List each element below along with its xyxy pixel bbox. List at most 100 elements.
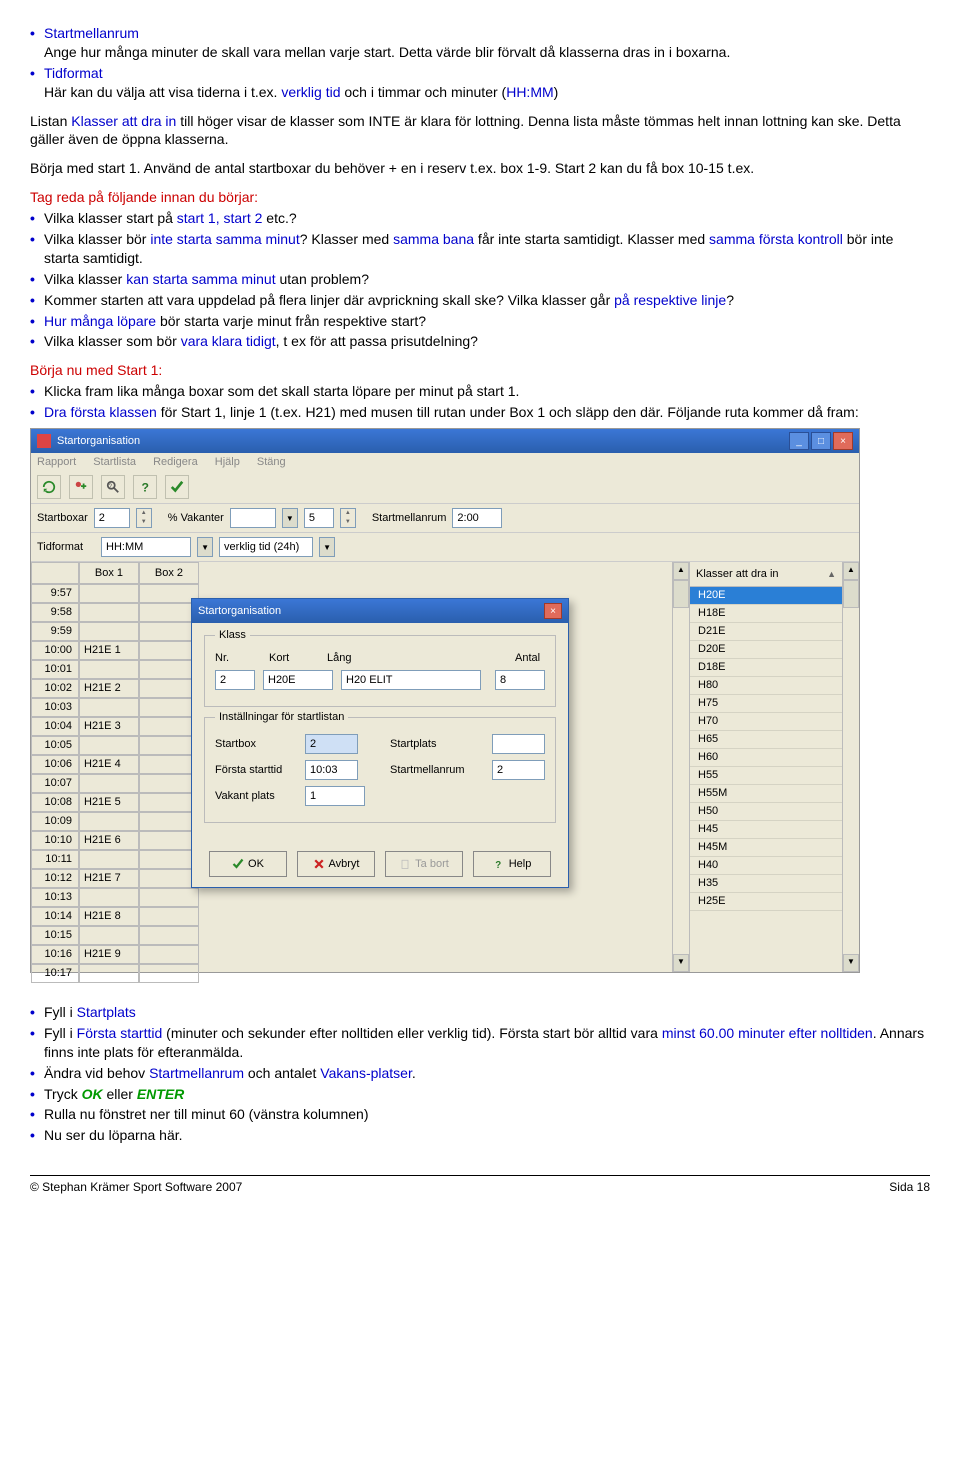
box-cell[interactable] (139, 888, 199, 907)
box-cell[interactable] (139, 660, 199, 679)
dropdown-verklig-btn[interactable]: ▼ (319, 537, 335, 557)
input-startboxar[interactable]: 2 (94, 508, 130, 528)
class-list-item[interactable]: H35 (690, 875, 842, 893)
input-startmellanrum[interactable]: 2:00 (452, 508, 502, 528)
box-cell[interactable] (139, 641, 199, 660)
box-cell[interactable]: H21E 9 (79, 945, 139, 964)
spinner-startboxar[interactable]: ▲▼ (136, 508, 152, 528)
box-cell[interactable]: H21E 6 (79, 831, 139, 850)
box-cell[interactable]: H21E 2 (79, 679, 139, 698)
box-cell[interactable] (79, 888, 139, 907)
input-startmellan[interactable]: 2 (492, 760, 545, 780)
help-button[interactable]: ?Help (473, 851, 551, 877)
box-cell[interactable] (139, 850, 199, 869)
box-cell[interactable]: H21E 8 (79, 907, 139, 926)
box-cell[interactable] (139, 964, 199, 983)
input-vakant[interactable]: 1 (305, 786, 365, 806)
box-cell[interactable] (79, 964, 139, 983)
box-cell[interactable]: H21E 1 (79, 641, 139, 660)
dropdown-verklig[interactable]: verklig tid (24h) (219, 537, 313, 557)
class-list-item[interactable]: H25E (690, 893, 842, 911)
tool-refresh-icon[interactable] (37, 475, 61, 499)
tool-add-icon[interactable] (69, 475, 93, 499)
titlebar[interactable]: Startorganisation _ □ × (31, 429, 859, 453)
menu-stang[interactable]: Stäng (257, 456, 286, 468)
box1-column[interactable]: Box 1 H21E 1H21E 2H21E 3H21E 4H21E 5H21E… (79, 562, 139, 972)
class-list-item[interactable]: H40 (690, 857, 842, 875)
input-startplats[interactable] (492, 734, 545, 754)
box-cell[interactable]: H21E 7 (79, 869, 139, 888)
box-cell[interactable] (79, 812, 139, 831)
class-list-item[interactable]: H60 (690, 749, 842, 767)
class-list-item[interactable]: H75 (690, 695, 842, 713)
box-cell[interactable]: H21E 4 (79, 755, 139, 774)
class-list-item[interactable]: H18E (690, 605, 842, 623)
class-list-item[interactable]: H50 (690, 803, 842, 821)
box-cell[interactable] (139, 736, 199, 755)
class-list-item[interactable]: H70 (690, 713, 842, 731)
spinner-vakanter[interactable]: ▲▼ (340, 508, 356, 528)
dialog-close-button[interactable]: × (544, 603, 562, 619)
input-startbox[interactable]: 2 (305, 734, 358, 754)
class-list-item[interactable]: H20E (690, 587, 842, 605)
box-cell[interactable] (139, 907, 199, 926)
class-list-item[interactable]: D21E (690, 623, 842, 641)
class-list-item[interactable]: H55M (690, 785, 842, 803)
box-cell[interactable] (139, 717, 199, 736)
box-cell[interactable] (79, 736, 139, 755)
tool-check-icon[interactable] (165, 475, 189, 499)
box-cell[interactable] (79, 660, 139, 679)
box-cell[interactable] (139, 622, 199, 641)
box-cell[interactable] (139, 584, 199, 603)
box-cell[interactable] (79, 698, 139, 717)
box-cell[interactable] (139, 793, 199, 812)
value-vakanter[interactable]: 5 (304, 508, 334, 528)
class-list-item[interactable]: H80 (690, 677, 842, 695)
input-vakanter[interactable] (230, 508, 276, 528)
menu-hjalp[interactable]: Hjälp (215, 456, 240, 468)
class-list-item[interactable]: D20E (690, 641, 842, 659)
box-cell[interactable]: H21E 3 (79, 717, 139, 736)
dropdown-tidformat-btn[interactable]: ▼ (197, 537, 213, 557)
box-cell[interactable] (139, 869, 199, 888)
class-list-item[interactable]: H65 (690, 731, 842, 749)
box-cell[interactable] (79, 603, 139, 622)
class-list-item[interactable]: H55 (690, 767, 842, 785)
cancel-button[interactable]: Avbryt (297, 851, 375, 877)
scrollbar-right[interactable]: ▲ ▼ (842, 562, 859, 972)
minimize-button[interactable]: _ (789, 432, 809, 450)
menu-rapport[interactable]: Rapport (37, 456, 76, 468)
scrollbar-left[interactable]: ▲ ▼ (672, 562, 689, 972)
tool-help-icon[interactable]: ? (133, 475, 157, 499)
sort-icon[interactable]: ▲ (827, 569, 836, 579)
ok-button[interactable]: OK (209, 851, 287, 877)
tool-find-icon[interactable]: ? (101, 475, 125, 499)
menu-redigera[interactable]: Redigera (153, 456, 198, 468)
box-cell[interactable] (139, 679, 199, 698)
maximize-button[interactable]: □ (811, 432, 831, 450)
box-cell[interactable] (139, 926, 199, 945)
class-list-item[interactable]: H45M (690, 839, 842, 857)
class-list-item[interactable]: H45 (690, 821, 842, 839)
close-button[interactable]: × (833, 432, 853, 450)
dropdown-vakanter[interactable]: ▼ (282, 508, 298, 528)
box-cell[interactable] (139, 603, 199, 622)
dialog-titlebar[interactable]: Startorganisation × (192, 599, 568, 623)
box-cell[interactable] (79, 622, 139, 641)
input-forsta[interactable]: 10:03 (305, 760, 358, 780)
classes-list[interactable]: H20EH18ED21ED20ED18EH80H75H70H65H60H55H5… (690, 587, 842, 972)
box-cell[interactable] (79, 584, 139, 603)
box-cell[interactable] (139, 755, 199, 774)
box-cell[interactable]: H21E 5 (79, 793, 139, 812)
dropdown-tidformat[interactable]: HH:MM (101, 537, 191, 557)
class-list-item[interactable]: D18E (690, 659, 842, 677)
box-cell[interactable] (139, 812, 199, 831)
box-cell[interactable] (139, 831, 199, 850)
menubar[interactable]: Rapport Startlista Redigera Hjälp Stäng (31, 453, 859, 471)
box-cell[interactable] (79, 926, 139, 945)
box2-column[interactable]: Box 2 (139, 562, 199, 972)
box-cell[interactable] (79, 774, 139, 793)
box-cell[interactable] (139, 945, 199, 964)
box-cell[interactable] (79, 850, 139, 869)
box-cell[interactable] (139, 774, 199, 793)
